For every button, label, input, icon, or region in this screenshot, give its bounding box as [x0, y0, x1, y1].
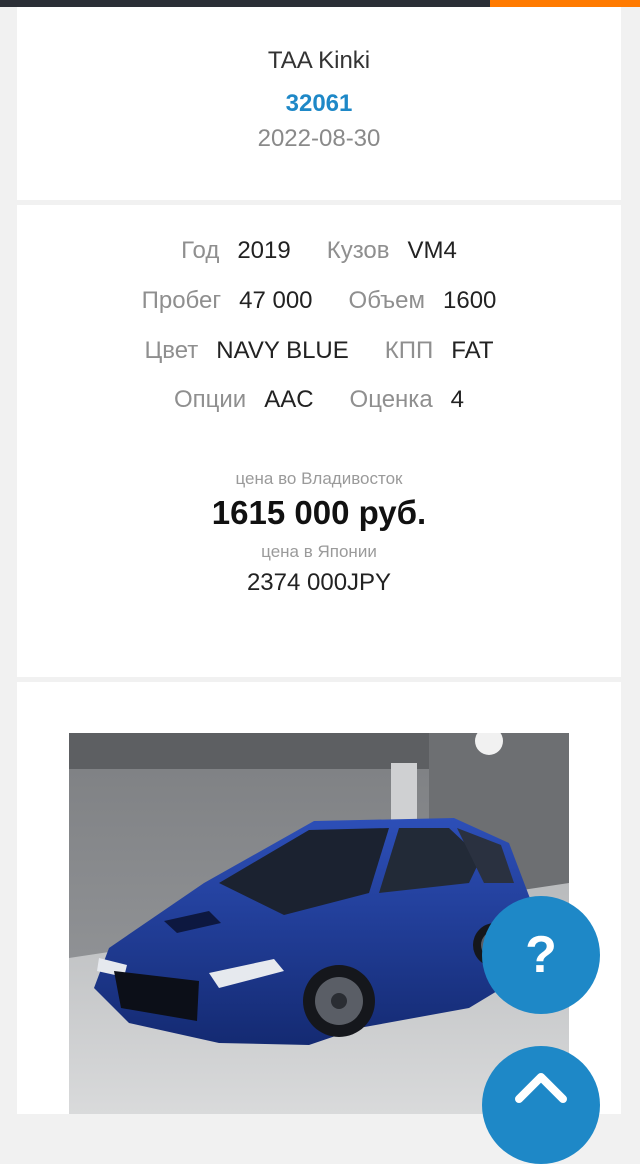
spec-label: Объем: [348, 287, 425, 314]
price-vladivostok-caption: цена во Владивосток: [235, 469, 403, 488]
spec-row: Опции AAC Оценка 4: [17, 383, 621, 417]
spec-row: Цвет NAVY BLUE КПП FAT: [17, 334, 621, 368]
price-japan-caption: цена в Японии: [261, 542, 377, 561]
spec-label: Оценка: [349, 386, 433, 413]
auction-card: TAA Kinki 32061 2022-08-30: [17, 7, 621, 200]
spec-label: Кузов: [326, 237, 390, 264]
spec-label: Пробег: [141, 287, 222, 314]
help-button[interactable]: ?: [482, 896, 600, 1014]
spec-row: Пробег 47 000 Объем 1600: [17, 284, 621, 318]
spec-value: AAC: [264, 386, 314, 413]
chevron-up-icon: [515, 1073, 567, 1103]
spec-row: Год 2019 Кузов VM4: [17, 234, 621, 268]
spec-value: FAT: [451, 337, 494, 364]
spec-label: Опции: [173, 386, 247, 413]
spec-label: Год: [181, 237, 220, 264]
spec-label: КПП: [384, 337, 434, 364]
price-japan: 2374 000JPY: [246, 569, 392, 596]
spec-value: VM4: [407, 237, 457, 264]
scroll-top-button[interactable]: [482, 1046, 600, 1164]
auction-name: TAA Kinki: [267, 47, 371, 74]
spec-value: NAVY BLUE: [216, 337, 349, 364]
auction-date: 2022-08-30: [257, 125, 381, 152]
spec-value: 4: [450, 386, 465, 413]
price-vladivostok: 1615 000 руб.: [211, 494, 427, 531]
specs-card: Год 2019 Кузов VM4 Пробег 47 000 Объем 1…: [17, 205, 621, 677]
spec-value: 1600: [443, 287, 497, 314]
top-bar-accent: [490, 0, 640, 7]
question-icon: ?: [525, 926, 557, 984]
lot-number-link[interactable]: 32061: [17, 90, 621, 118]
spec-label: Цвет: [144, 337, 199, 364]
spec-value: 2019: [237, 237, 291, 264]
spec-value: 47 000: [239, 287, 313, 314]
